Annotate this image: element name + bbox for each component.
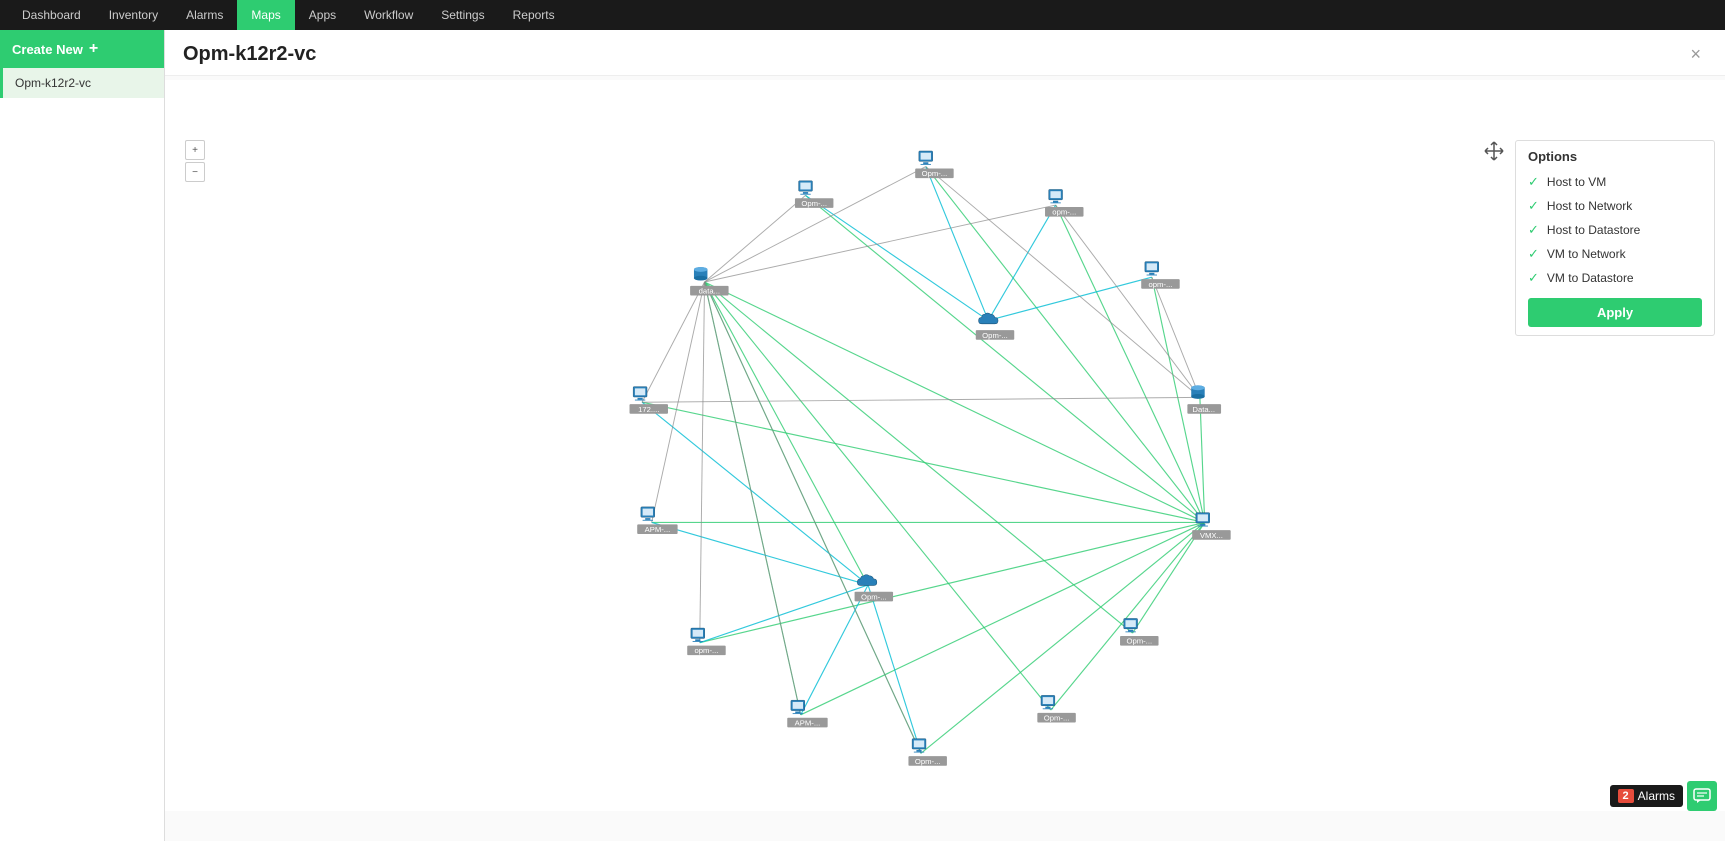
node-opm2[interactable]: Opm-... [795, 181, 833, 208]
sidebar-item-map[interactable]: Opm-k12r2-vc [0, 68, 164, 98]
svg-text:Opm-...: Opm-... [915, 757, 941, 766]
node-opm1[interactable]: Opm-... [915, 151, 953, 178]
node-opm8[interactable]: Opm-... [908, 739, 946, 766]
option-label-vm-to-network: VM to Network [1547, 247, 1626, 261]
node-opm7[interactable]: Opm-... [1037, 695, 1075, 722]
node-opm4[interactable]: opm-... [1141, 262, 1179, 289]
option-host-to-network[interactable]: ✓ Host to Network [1528, 198, 1702, 214]
apply-button[interactable]: Apply [1528, 298, 1702, 327]
svg-text:opm-...: opm-... [1148, 280, 1172, 289]
option-vm-to-datastore[interactable]: ✓ VM to Datastore [1528, 270, 1702, 286]
node-h172[interactable]: 172.... [630, 387, 668, 414]
option-label-host-to-vm: Host to VM [1547, 175, 1606, 189]
sidebar: Create New + Opm-k12r2-vc [0, 30, 165, 841]
nav-inventory[interactable]: Inventory [95, 0, 172, 30]
status-bar: 2 Alarms [1610, 781, 1725, 811]
option-label-host-to-network: Host to Network [1547, 199, 1632, 213]
option-label-vm-to-datastore: VM to Datastore [1547, 271, 1634, 285]
create-new-button[interactable]: Create New + [0, 30, 164, 68]
map-title-bar: Opm-k12r2-vc × [165, 30, 1725, 76]
nav-apps[interactable]: Apps [295, 0, 350, 30]
node-opmnet[interactable]: Opm-... [976, 313, 1014, 340]
nav-settings[interactable]: Settings [427, 0, 498, 30]
check-vm-to-datastore: ✓ [1528, 270, 1539, 286]
option-vm-to-network[interactable]: ✓ VM to Network [1528, 246, 1702, 262]
node-opm3[interactable]: opm-... [1045, 189, 1083, 216]
svg-text:VMX...: VMX... [1200, 531, 1223, 540]
svg-text:Opm-...: Opm-... [1044, 714, 1070, 723]
svg-text:data...: data... [699, 287, 720, 296]
svg-text:Opm-...: Opm-... [801, 199, 827, 208]
chat-button[interactable] [1687, 781, 1717, 811]
option-label-host-to-datastore: Host to Datastore [1547, 223, 1640, 237]
nav-reports[interactable]: Reports [499, 0, 569, 30]
plus-icon: + [89, 40, 98, 58]
svg-text:172....: 172.... [638, 405, 659, 414]
option-host-to-vm[interactable]: ✓ Host to VM [1528, 174, 1702, 190]
zoom-in-button[interactable]: + [185, 140, 205, 160]
svg-text:APM-...: APM-... [645, 525, 671, 534]
node-apm1[interactable]: APM-... [637, 507, 677, 534]
pan-icon[interactable] [1483, 140, 1505, 168]
main-area: Opm-k12r2-vc × + − [165, 30, 1725, 841]
zoom-controls: + − [185, 140, 205, 182]
node-data2[interactable]: Data... [1187, 385, 1221, 413]
top-nav: Dashboard Inventory Alarms Maps Apps Wor… [0, 0, 1725, 30]
svg-text:Opm-...: Opm-... [861, 592, 887, 601]
svg-text:Opm-...: Opm-... [982, 331, 1008, 340]
svg-text:opm-...: opm-... [694, 646, 718, 655]
check-host-to-vm: ✓ [1528, 174, 1539, 190]
close-button[interactable]: × [1684, 42, 1707, 67]
alarm-label: Alarms [1638, 789, 1675, 803]
svg-text:opm-...: opm-... [1052, 208, 1076, 217]
svg-text:APM-...: APM-... [795, 718, 821, 727]
create-new-label: Create New [12, 42, 83, 57]
nav-alarms[interactable]: Alarms [172, 0, 237, 30]
zoom-out-button[interactable]: − [185, 162, 205, 182]
check-host-to-network: ✓ [1528, 198, 1539, 214]
svg-text:Data...: Data... [1192, 405, 1215, 414]
map-canvas: + − [165, 80, 1725, 811]
nav-dashboard[interactable]: Dashboard [8, 0, 95, 30]
node-vmx[interactable]: VMX... [1192, 513, 1230, 540]
svg-text:Opm-...: Opm-... [922, 169, 948, 178]
option-host-to-datastore[interactable]: ✓ Host to Datastore [1528, 222, 1702, 238]
map-title: Opm-k12r2-vc [183, 43, 316, 66]
check-host-to-datastore: ✓ [1528, 222, 1539, 238]
network-map-svg: Opm-... Opm-... opm-... opm-... [165, 80, 1725, 811]
alarm-badge[interactable]: 2 Alarms [1610, 785, 1683, 807]
check-vm-to-network: ✓ [1528, 246, 1539, 262]
nav-maps[interactable]: Maps [237, 0, 294, 30]
nav-workflow[interactable]: Workflow [350, 0, 427, 30]
alarm-count: 2 [1618, 789, 1634, 803]
options-title: Options [1528, 149, 1702, 164]
options-panel: Options ✓ Host to VM ✓ Host to Network ✓… [1515, 140, 1715, 336]
svg-text:Opm-...: Opm-... [1126, 637, 1152, 646]
